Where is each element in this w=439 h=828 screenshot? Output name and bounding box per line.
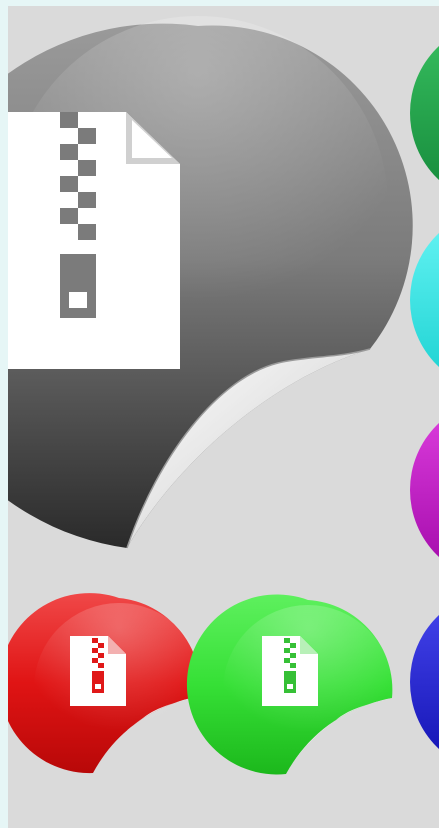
sticker-artwork bbox=[8, 16, 439, 775]
zip-file-sticker-blue bbox=[410, 614, 439, 750]
zip-file-sticker-cyan bbox=[410, 232, 439, 368]
zip-file-sticker-magenta bbox=[410, 422, 439, 558]
sticker-sheet bbox=[8, 6, 439, 828]
zip-file-sticker-green bbox=[186, 594, 393, 775]
zip-file-sticker-dark-green bbox=[410, 45, 439, 181]
zip-file-sticker-gray bbox=[8, 16, 413, 549]
zip-file-icon bbox=[262, 636, 318, 706]
zip-file-icon bbox=[8, 112, 180, 369]
zip-file-sticker-red bbox=[8, 593, 204, 774]
zip-file-icon bbox=[70, 636, 126, 706]
